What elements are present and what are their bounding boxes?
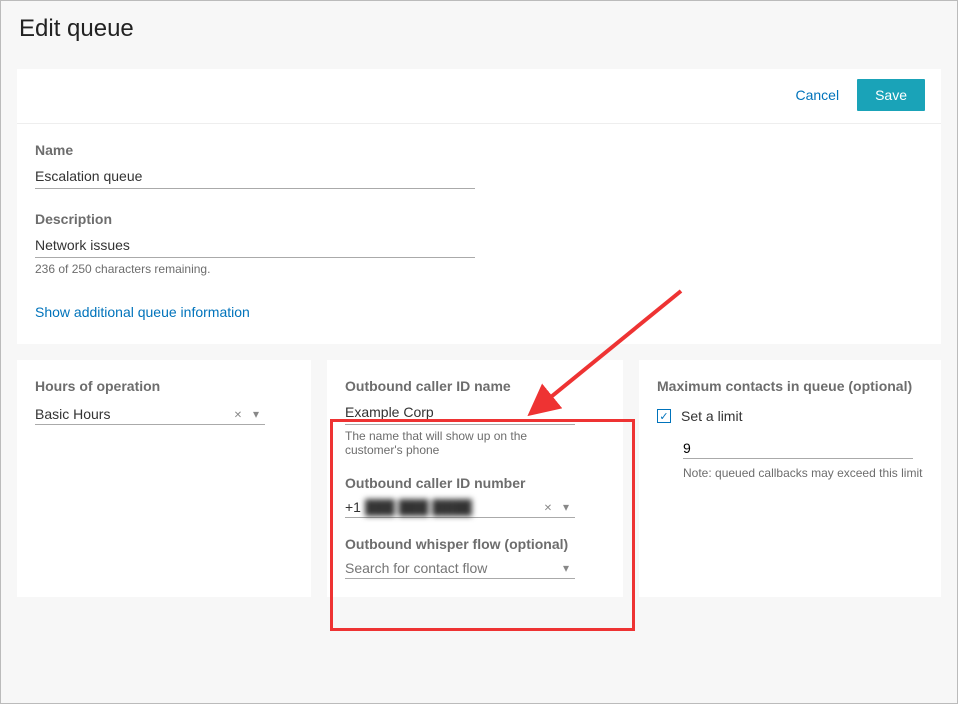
outbound-whisper-flow-input[interactable] (345, 560, 557, 576)
caller-id-prefix: +1 (345, 499, 361, 515)
outbound-caller-id-number-label: Outbound caller ID number (345, 475, 605, 491)
save-button[interactable]: Save (857, 79, 925, 111)
clear-icon[interactable] (539, 500, 557, 514)
outbound-caller-id-name-label: Outbound caller ID name (345, 378, 605, 394)
outbound-caller-id-number-select[interactable]: +1 ███ ███ ████ (345, 497, 575, 518)
actions-bar: Cancel Save (17, 69, 941, 124)
outbound-whisper-flow-label: Outbound whisper flow (optional) (345, 536, 605, 552)
hours-of-operation-select[interactable]: Basic Hours (35, 404, 265, 425)
hours-of-operation-label: Hours of operation (35, 378, 293, 394)
outbound-settings-card: Outbound caller ID name The name that wi… (327, 360, 623, 597)
outbound-caller-id-name-help: The name that will show up on the custom… (345, 429, 585, 457)
name-input[interactable] (35, 164, 475, 189)
cancel-button[interactable]: Cancel (795, 87, 839, 103)
set-limit-checkbox[interactable]: ✓ (657, 409, 671, 423)
name-field-label: Name (35, 142, 923, 158)
page-title: Edit queue (19, 15, 939, 43)
caller-id-number-value: ███ ███ ████ (365, 499, 539, 515)
max-contacts-card: Maximum contacts in queue (optional) ✓ S… (639, 360, 941, 597)
description-input[interactable] (35, 233, 475, 258)
hours-of-operation-value: Basic Hours (35, 406, 229, 422)
basic-info-panel: Name Description 236 of 250 characters r… (17, 124, 941, 344)
hours-of-operation-card: Hours of operation Basic Hours (17, 360, 311, 597)
chevron-down-icon[interactable] (247, 407, 265, 421)
max-contacts-label: Maximum contacts in queue (optional) (657, 378, 923, 394)
chevron-down-icon[interactable] (557, 500, 575, 514)
clear-icon[interactable] (229, 407, 247, 421)
description-char-counter: 236 of 250 characters remaining. (35, 262, 923, 276)
limit-value-input[interactable] (683, 438, 913, 459)
set-limit-label: Set a limit (681, 408, 742, 424)
outbound-whisper-flow-select[interactable] (345, 558, 575, 579)
description-field-label: Description (35, 211, 923, 227)
outbound-caller-id-name-input[interactable] (345, 400, 575, 425)
chevron-down-icon[interactable] (557, 561, 575, 575)
show-additional-info-link[interactable]: Show additional queue information (35, 304, 250, 320)
limit-note: Note: queued callbacks may exceed this l… (683, 465, 923, 482)
